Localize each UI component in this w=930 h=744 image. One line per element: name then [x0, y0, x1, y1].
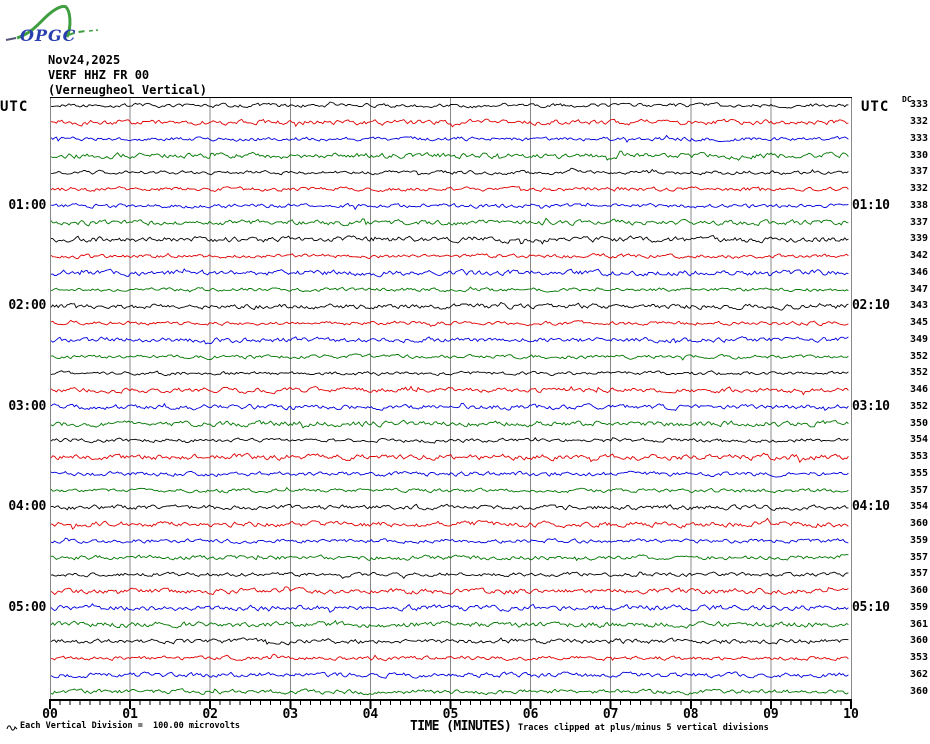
right-hour-label: 04:10 — [852, 499, 894, 514]
seismo-trace — [51, 587, 848, 595]
right-hour-label: 05:10 — [852, 600, 894, 615]
x-tick-label: 04 — [363, 708, 379, 723]
seismo-trace — [51, 420, 848, 428]
seismo-trace — [51, 572, 848, 578]
right-hour-label: 03:10 — [852, 399, 894, 414]
seismo-trace — [51, 538, 848, 543]
helicorder-plot[interactable] — [0, 0, 930, 744]
seismo-trace — [51, 604, 848, 612]
helicorder-page: OPGC Nov24,2025 VERF HHZ FR 00 (Verneugh… — [0, 0, 930, 744]
dc-offset-value: 352 — [900, 351, 928, 363]
seismo-trace — [51, 303, 848, 311]
left-hour-label: 05:00 — [0, 600, 46, 615]
dc-offset-value: 350 — [900, 418, 928, 430]
left-hour-label: 01:00 — [0, 198, 46, 213]
seismo-trace — [51, 638, 848, 645]
dc-offset-value: 342 — [900, 250, 928, 262]
seismo-trace — [51, 119, 848, 127]
seismo-trace — [51, 453, 848, 462]
seismo-trace — [51, 354, 848, 360]
dc-offset-value: 360 — [900, 585, 928, 597]
dc-offset-value: 339 — [900, 233, 928, 245]
seismo-trace — [51, 254, 848, 259]
left-hour-label: 04:00 — [0, 499, 46, 514]
dc-offset-value: 362 — [900, 669, 928, 681]
seismo-trace — [51, 320, 848, 326]
dc-offset-value: 359 — [900, 602, 928, 614]
dc-offset-value: 360 — [900, 635, 928, 647]
x-tick-label: 05 — [443, 708, 459, 723]
dc-offset-value: 337 — [900, 166, 928, 178]
dc-offset-value: 353 — [900, 652, 928, 664]
seismo-trace — [51, 471, 848, 477]
seismo-trace — [51, 136, 848, 143]
seismo-trace — [51, 621, 848, 629]
dc-offset-value: 354 — [900, 501, 928, 513]
dc-offset-value: 332 — [900, 183, 928, 195]
dc-offset-value: 346 — [900, 384, 928, 396]
seismo-trace — [51, 689, 848, 695]
x-tick-label: 06 — [523, 708, 539, 723]
dc-offset-value: 352 — [900, 367, 928, 379]
seismo-trace — [51, 168, 848, 175]
x-tick-label: 09 — [763, 708, 779, 723]
left-hour-label: 03:00 — [0, 399, 46, 414]
x-tick-label: 03 — [282, 708, 298, 723]
seismo-trace — [51, 203, 848, 209]
dc-offset-value: 338 — [900, 200, 928, 212]
dc-offset-value: 353 — [900, 451, 928, 463]
seismo-trace — [51, 672, 848, 678]
clip-note: Traces clipped at plus/minus 5 vertical … — [518, 724, 769, 734]
dc-offset-value: 357 — [900, 485, 928, 497]
x-tick-label: 10 — [843, 708, 859, 723]
dc-offset-value: 346 — [900, 267, 928, 279]
seismo-trace — [51, 218, 848, 225]
dc-offset-value: 343 — [900, 300, 928, 312]
seismo-trace — [51, 151, 848, 160]
dc-offset-value: 360 — [900, 518, 928, 530]
left-hour-label: 02:00 — [0, 298, 46, 313]
dc-offset-value: 357 — [900, 552, 928, 564]
dc-offset-value: 332 — [900, 116, 928, 128]
dc-offset-value: 333 — [900, 99, 928, 111]
dc-offset-value: 337 — [900, 217, 928, 229]
seismo-trace — [51, 236, 848, 244]
scale-note: Each Vertical Division = 100.00 microvol… — [20, 722, 240, 732]
x-tick-label: 02 — [202, 708, 218, 723]
dc-offset-value: 361 — [900, 619, 928, 631]
dc-offset-value: 354 — [900, 434, 928, 446]
dc-offset-value: 359 — [900, 535, 928, 547]
right-hour-label: 02:10 — [852, 298, 894, 313]
seismo-trace — [51, 102, 848, 108]
squiggle-icon — [6, 722, 19, 732]
dc-offset-value: 355 — [900, 468, 928, 480]
x-tick-label: 07 — [603, 708, 619, 723]
dc-offset-value: 352 — [900, 401, 928, 413]
seismo-trace — [51, 488, 848, 493]
seismo-trace — [51, 504, 848, 510]
seismo-trace — [51, 371, 848, 376]
x-axis-title: TIME (MINUTES) — [410, 720, 511, 735]
dc-offset-value: 347 — [900, 284, 928, 296]
seismo-trace — [51, 403, 848, 410]
seismo-trace — [51, 438, 848, 443]
seismo-trace — [51, 519, 848, 530]
seismo-trace — [51, 386, 848, 394]
seismo-trace — [51, 654, 848, 661]
x-tick-label: 01 — [122, 708, 138, 723]
seismo-trace — [51, 337, 848, 344]
x-tick-label: 00 — [42, 708, 58, 723]
dc-offset-value: 349 — [900, 334, 928, 346]
right-hour-label: 01:10 — [852, 198, 894, 213]
dc-offset-value: 360 — [900, 686, 928, 698]
seismo-trace — [51, 187, 848, 192]
dc-offset-value: 357 — [900, 568, 928, 580]
dc-offset-value: 330 — [900, 150, 928, 162]
x-tick-label: 08 — [683, 708, 699, 723]
dc-offset-value: 333 — [900, 133, 928, 145]
dc-offset-value: 345 — [900, 317, 928, 329]
seismo-trace — [51, 555, 848, 561]
seismo-trace — [51, 269, 848, 277]
seismo-trace — [51, 287, 848, 292]
